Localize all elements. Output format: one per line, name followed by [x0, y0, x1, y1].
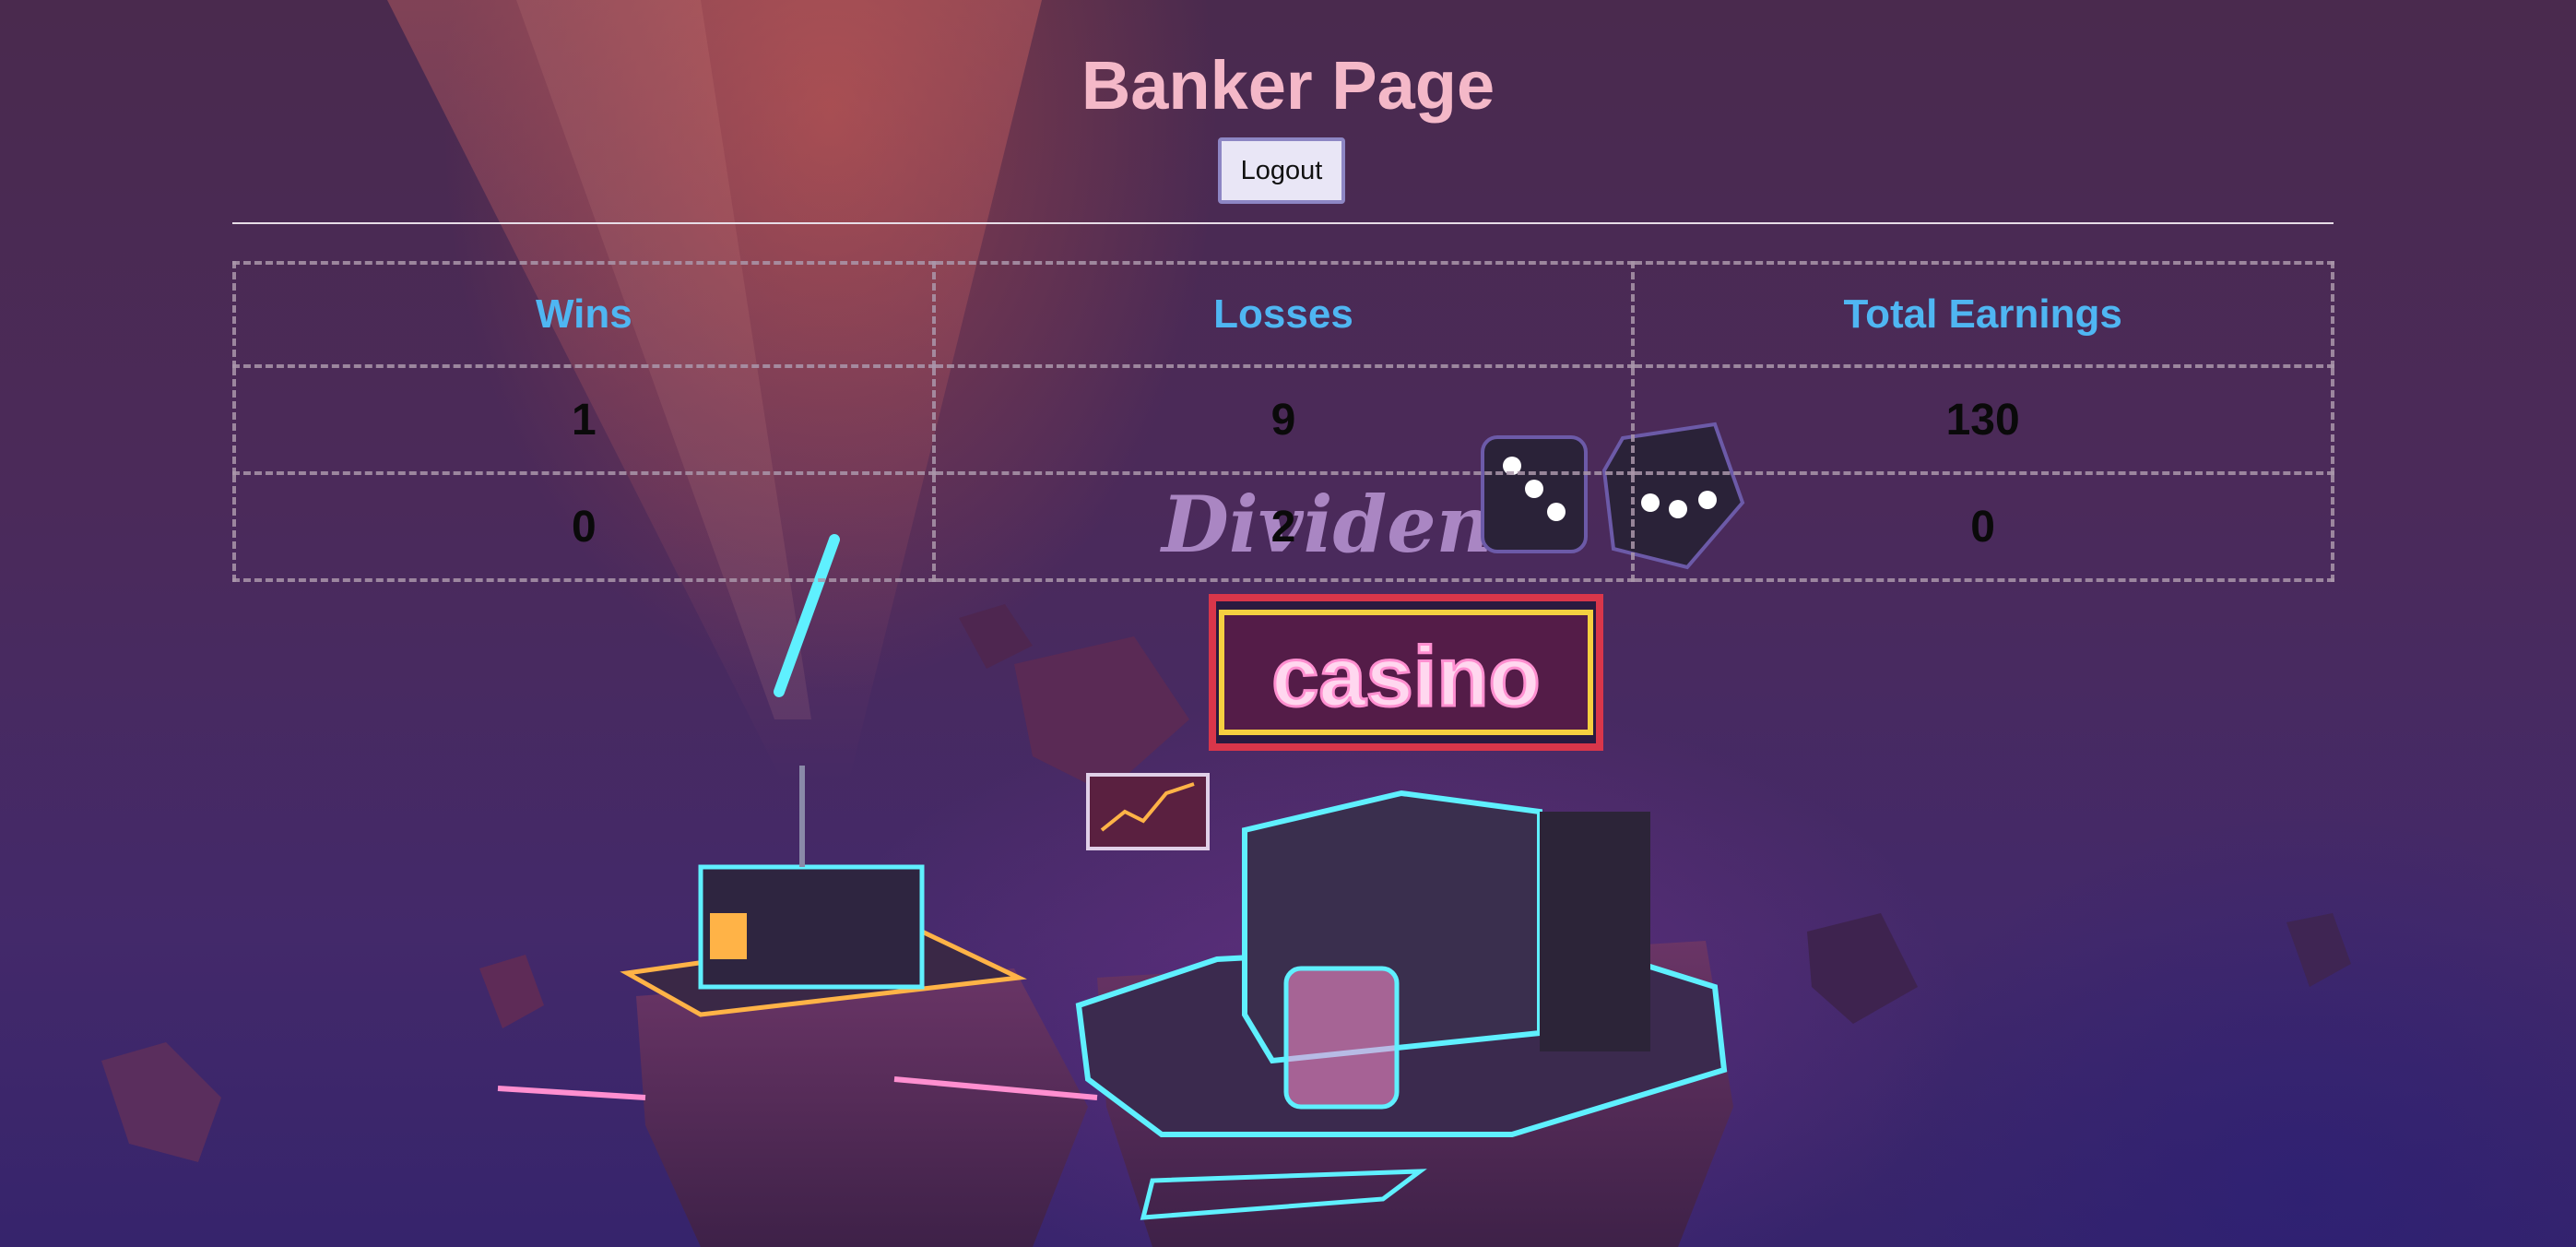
casino-tower — [1540, 812, 1650, 1051]
column-header-wins: Wins — [232, 261, 936, 368]
left-building-window — [710, 913, 747, 959]
floating-rock — [2286, 913, 2351, 987]
page-title: Banker Page — [1081, 47, 1495, 124]
casino-door — [1283, 966, 1400, 1110]
cell-total-earnings: 130 — [1631, 364, 2334, 475]
floating-rock — [959, 604, 1033, 669]
floating-rock — [479, 955, 544, 1028]
cell-losses: 2 — [931, 471, 1636, 582]
column-header-losses: Losses — [931, 261, 1636, 368]
cell-total-earnings: 0 — [1631, 471, 2334, 582]
header-divider — [232, 222, 2334, 224]
cell-wins: 1 — [232, 364, 936, 475]
logout-button[interactable]: Logout — [1218, 137, 1345, 204]
table-row: 0 2 0 — [232, 471, 2334, 582]
casino-sign-text: casino — [1271, 630, 1540, 724]
neon-bar — [497, 1086, 646, 1100]
floating-rock — [1014, 636, 1189, 793]
cell-wins: 0 — [232, 471, 936, 582]
table-header-row: Wins Losses Total Earnings — [232, 261, 2334, 368]
cell-losses: 9 — [931, 364, 1636, 475]
floating-rock — [101, 1042, 221, 1162]
column-header-total-earnings: Total Earnings — [1631, 261, 2334, 368]
table-row: 1 9 130 — [232, 364, 2334, 475]
floating-rock — [1807, 913, 1918, 1024]
stats-table: Wins Losses Total Earnings 1 9 130 0 2 0 — [232, 261, 2334, 582]
